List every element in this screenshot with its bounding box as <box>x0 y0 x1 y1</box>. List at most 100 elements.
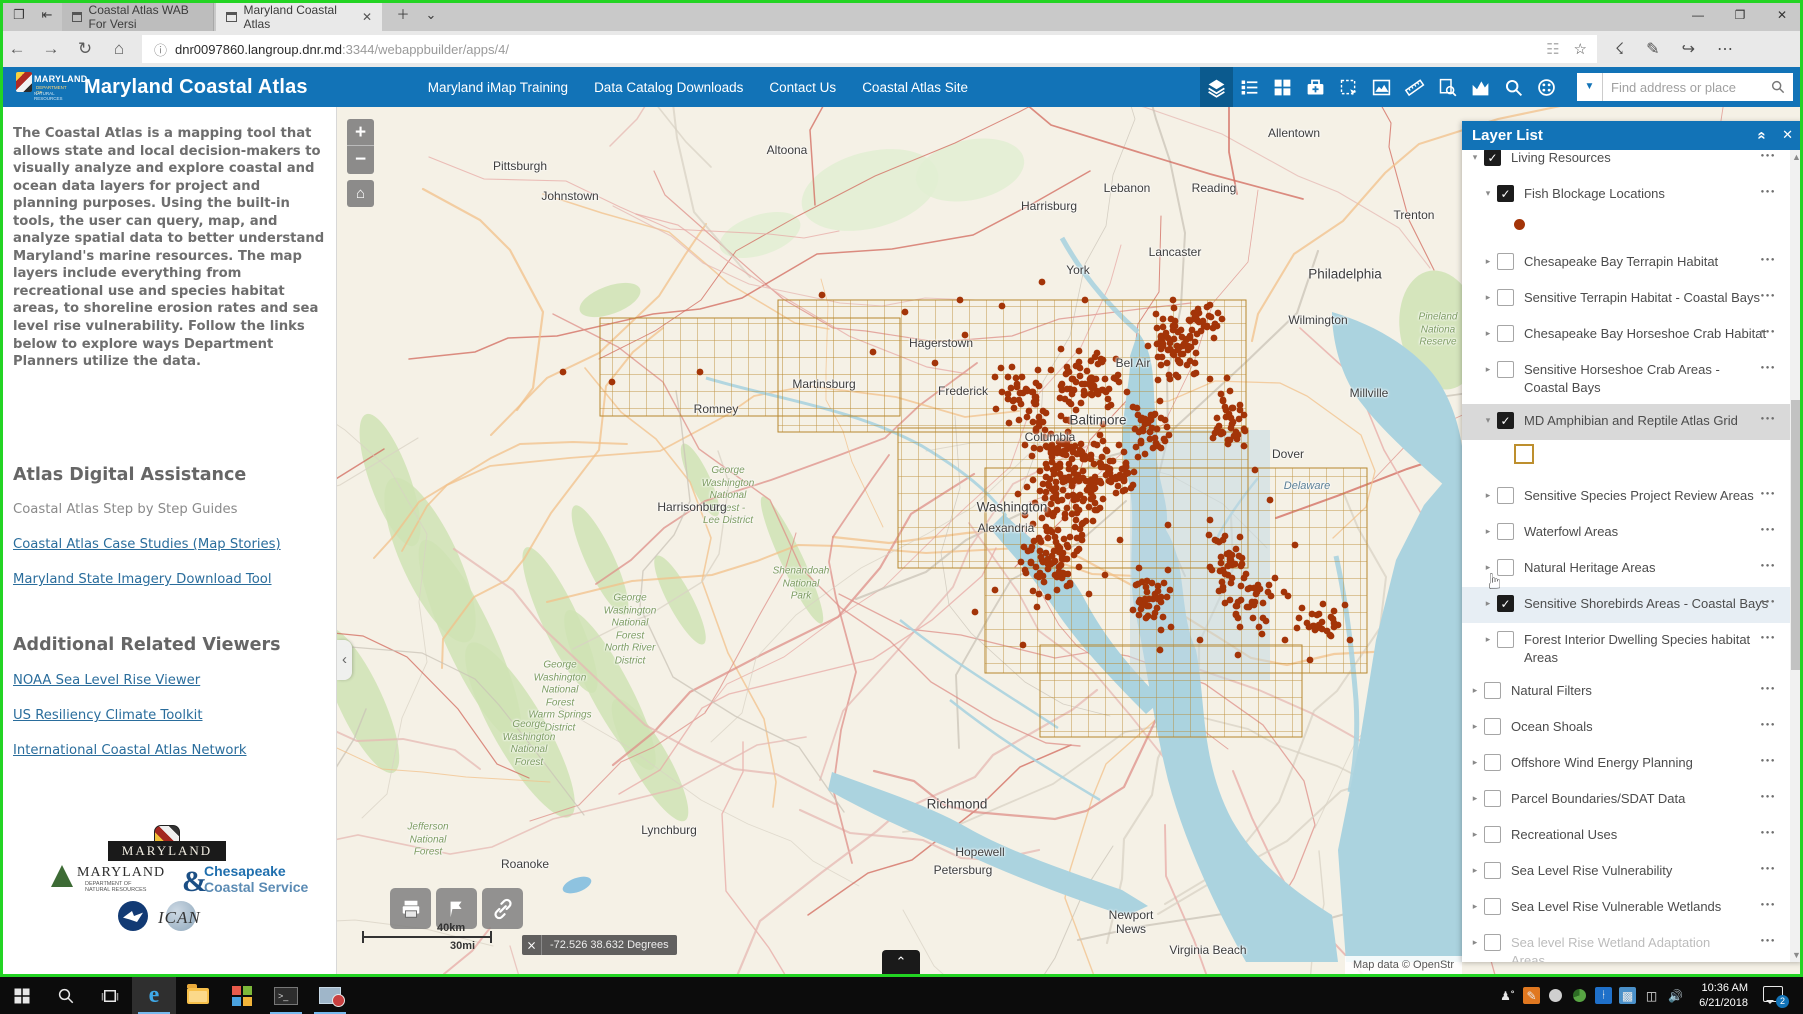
set-tabs-aside-icon[interactable]: ❐ <box>8 5 30 25</box>
collapse-arrow-icon[interactable]: ▾ <box>1483 415 1493 426</box>
expand-arrow-icon[interactable]: ▸ <box>1470 865 1480 876</box>
expand-arrow-icon[interactable]: ▸ <box>1470 901 1480 912</box>
sidebar-link[interactable]: Coastal Atlas Case Studies (Map Stories) <box>13 537 281 552</box>
home-icon[interactable]: ⌂ <box>102 39 136 59</box>
widget-button-add-data[interactable] <box>1299 67 1332 107</box>
expand-arrow-icon[interactable]: ▸ <box>1470 685 1480 696</box>
layer-row-18[interactable]: ▸ Sea Level Rise Vulnerable Wetlands ●●● <box>1462 890 1790 926</box>
layer-checkbox[interactable]: ✓ <box>1497 412 1514 430</box>
reading-view-icon[interactable]: ☷ <box>1546 40 1559 58</box>
panel-close-icon[interactable]: ✕ <box>1782 127 1793 144</box>
tab-preview-icon[interactable]: ⇤ <box>36 5 58 25</box>
layer-menu-icon[interactable]: ●●● <box>1761 416 1776 422</box>
tab-active[interactable]: Maryland Coastal Atlas ✕ <box>216 3 382 31</box>
expand-arrow-icon[interactable]: ▸ <box>1483 526 1493 537</box>
layer-menu-icon[interactable]: ●●● <box>1761 794 1776 800</box>
tray-app-circle-icon[interactable] <box>1547 987 1564 1004</box>
layer-menu-icon[interactable]: ●●● <box>1761 189 1776 195</box>
scrollbar-thumb[interactable] <box>1791 400 1802 670</box>
search-button[interactable] <box>1763 73 1793 101</box>
widget-button-select[interactable] <box>1332 67 1365 107</box>
layer-row-2[interactable]: ▸ Chesapeake Bay Terrapin Habitat ●●● <box>1462 245 1790 281</box>
sidebar-link[interactable]: International Coastal Atlas Network <box>13 743 247 758</box>
expand-arrow-icon[interactable]: ▸ <box>1483 292 1493 303</box>
layer-menu-icon[interactable]: ●●● <box>1761 722 1776 728</box>
hub-favorites-icon[interactable]: ☇ <box>1615 39 1624 59</box>
layer-menu-icon[interactable]: ●●● <box>1761 365 1776 371</box>
taskbar-console-button[interactable]: >_ <box>264 977 308 1014</box>
volume-icon[interactable]: 🔊 <box>1667 987 1684 1004</box>
expand-arrow-icon[interactable]: ▸ <box>1470 721 1480 732</box>
layer-row-6[interactable]: ▾ ✓ MD Amphibian and Reptile Atlas Grid ●●● <box>1462 404 1790 441</box>
layer-menu-icon[interactable]: ●●● <box>1761 866 1776 872</box>
layer-menu-icon[interactable]: ●●● <box>1761 758 1776 764</box>
layer-row-5[interactable]: ▸ Sensitive Horseshoe Crab Areas - Coasta… <box>1462 353 1790 404</box>
layer-checkbox[interactable] <box>1484 718 1501 736</box>
layer-menu-icon[interactable]: ●●● <box>1761 938 1776 944</box>
taskbar-search-button[interactable] <box>54 984 78 1008</box>
settings-more-icon[interactable]: ⋯ <box>1717 39 1733 59</box>
tray-network-app-icon[interactable]: ▩ <box>1619 987 1637 1004</box>
layer-checkbox[interactable] <box>1497 523 1514 541</box>
layer-row-0[interactable]: ▾ ✓ Living Resources ●●● <box>1462 150 1790 177</box>
web-note-icon[interactable]: ✎ <box>1646 39 1659 59</box>
expand-arrow-icon[interactable]: ▸ <box>1483 490 1493 501</box>
back-icon[interactable]: ← <box>0 39 34 59</box>
widget-button-measure[interactable] <box>1398 67 1431 107</box>
layer-row-8[interactable]: ▸ Waterfowl Areas ●●● <box>1462 515 1790 551</box>
expand-arrow-icon[interactable]: ▸ <box>1470 793 1480 804</box>
layer-checkbox[interactable] <box>1497 289 1514 306</box>
widget-button-layers[interactable] <box>1200 67 1233 107</box>
layer-menu-icon[interactable]: ●●● <box>1761 830 1776 836</box>
layer-checkbox[interactable] <box>1484 682 1501 700</box>
layer-row-9[interactable]: ▸ Natural Heritage Areas ●●● <box>1462 551 1790 587</box>
layer-checkbox[interactable] <box>1484 898 1501 916</box>
widget-button-draw[interactable] <box>1365 67 1398 107</box>
layer-row-16[interactable]: ▸ Recreational Uses ●●● <box>1462 818 1790 854</box>
search-source-dropdown[interactable]: ▼ <box>1577 73 1603 101</box>
expand-arrow-icon[interactable]: ▸ <box>1470 757 1480 768</box>
show-tabs-icon[interactable]: ⌄ <box>420 5 442 25</box>
widget-button-analysis[interactable] <box>1530 67 1563 107</box>
expand-arrow-icon[interactable]: ▸ <box>1483 256 1493 267</box>
layer-row-1[interactable]: ▾ ✓ Fish Blockage Locations ●●● <box>1462 177 1790 213</box>
zoom-in-button[interactable]: + <box>347 119 374 146</box>
expand-arrow-icon[interactable]: ▸ <box>1483 328 1493 339</box>
layer-checkbox[interactable] <box>1497 631 1514 649</box>
layer-menu-icon[interactable]: ●●● <box>1761 686 1776 692</box>
tray-app-green-icon[interactable] <box>1571 987 1588 1004</box>
layer-row-12[interactable]: ▸ Natural Filters ●●● <box>1462 674 1790 710</box>
layer-menu-icon[interactable]: ●●● <box>1761 902 1776 908</box>
taskbar-file-explorer-button[interactable] <box>176 977 220 1014</box>
action-center-button[interactable]: 2 <box>1763 985 1789 1008</box>
refresh-icon[interactable]: ↻ <box>68 39 102 59</box>
layer-row-7[interactable]: ▸ Sensitive Species Project Review Areas ●… <box>1462 479 1790 515</box>
expand-arrow-icon[interactable]: ▸ <box>1483 364 1493 375</box>
expand-arrow-icon[interactable]: ▸ <box>1483 598 1493 609</box>
layer-menu-icon[interactable]: ●●● <box>1761 491 1776 497</box>
crosshair-icon[interactable]: ⨯ <box>522 935 542 955</box>
layer-checkbox[interactable] <box>1497 253 1514 270</box>
tray-app-orange-icon[interactable]: ✎ <box>1523 987 1541 1004</box>
layer-row-10[interactable]: ▸ ✓ Sensitive Shorebirds Areas - Coastal B… <box>1462 587 1790 624</box>
layer-checkbox[interactable] <box>1484 826 1501 844</box>
taskbar-store-button[interactable] <box>220 977 264 1014</box>
layer-menu-icon[interactable]: ●●● <box>1761 635 1776 641</box>
layer-menu-icon[interactable]: ●●● <box>1761 563 1776 569</box>
zoom-out-button[interactable]: − <box>347 146 374 173</box>
panel-collapse-icon[interactable]: « <box>1753 131 1770 139</box>
layer-checkbox[interactable]: ✓ <box>1497 595 1514 613</box>
collapse-arrow-icon[interactable]: ▾ <box>1483 188 1493 199</box>
layer-checkbox[interactable] <box>1497 325 1514 342</box>
taskbar-clock[interactable]: 10:36 AM 6/21/2018 <box>1699 981 1748 1010</box>
panel-scrollbar[interactable]: ▲ ▼ <box>1790 150 1803 962</box>
layer-checkbox[interactable] <box>1484 790 1501 808</box>
layer-checkbox[interactable]: ✓ <box>1497 185 1514 202</box>
layer-checkbox[interactable] <box>1484 754 1501 772</box>
scroll-down-icon[interactable]: ▼ <box>1790 948 1803 962</box>
expand-arrow-icon[interactable]: ▸ <box>1470 829 1480 840</box>
layer-checkbox[interactable]: ✓ <box>1484 150 1501 166</box>
taskbar-app-button[interactable] <box>308 977 352 1014</box>
window-minimize-button[interactable]: ― <box>1677 0 1719 31</box>
url-field[interactable]: ⓘ dnr0097860.langroup.dnr.md :3344/webap… <box>142 35 1597 63</box>
